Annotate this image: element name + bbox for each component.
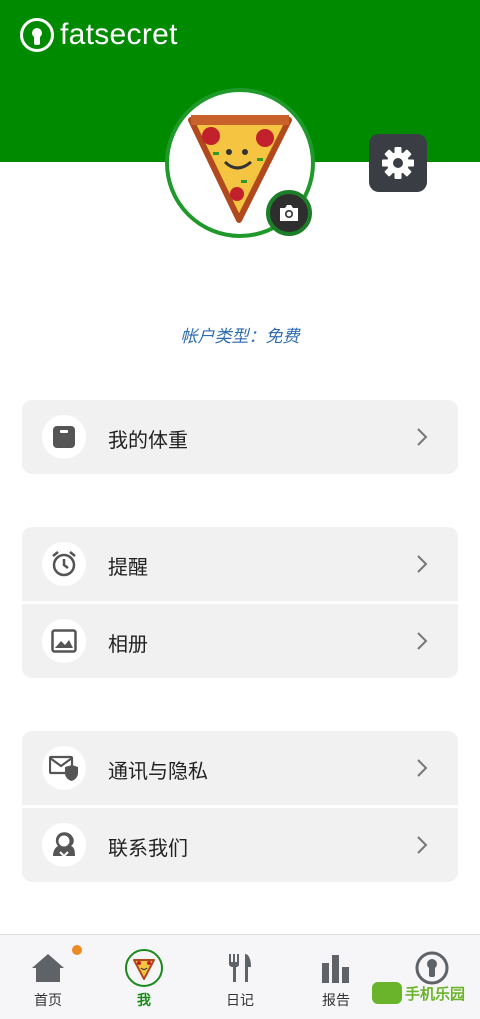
watermark: 手机乐园 [372,982,465,1004]
gear-icon [382,147,414,179]
tab-label: 我 [137,993,151,1009]
tab-home[interactable]: 首页 [0,935,96,1019]
support-agent-icon [42,823,86,867]
menu-item-reminders[interactable]: 提醒 [22,527,458,601]
brand-name: fatsecret [60,18,178,51]
tab-reports[interactable]: 报告 [288,935,384,1019]
watermark-text: 手机乐园 [405,984,466,1003]
watermark-logo-icon [372,982,402,1004]
menu-item-label: 联系我们 [108,836,188,860]
menu-item-label: 我的体重 [108,428,188,452]
tab-label: 报告 [322,993,350,1009]
tab-label: 首页 [34,993,62,1009]
chevron-right-icon [417,759,428,777]
menu-item-contact[interactable]: 联系我们 [22,808,458,882]
change-photo-button[interactable] [266,190,312,236]
pizza-avatar-icon [125,949,163,987]
alarm-clock-icon [42,542,86,586]
brand: fatsecret [20,18,178,52]
mail-shield-icon [42,746,86,790]
tab-me[interactable]: 我 [96,935,192,1019]
chevron-right-icon [417,632,428,650]
photo-icon [42,619,86,663]
chevron-right-icon [417,836,428,854]
account-type-label: 帐户类型：免费 [180,327,300,347]
scale-icon [42,415,86,459]
tab-label: 日记 [226,993,254,1009]
tab-diary[interactable]: 日记 [192,935,288,1019]
menu-item-weight[interactable]: 我的体重 [22,400,458,474]
chevron-right-icon [417,428,428,446]
fork-knife-icon [221,949,259,987]
tab-more[interactable] [384,935,480,1019]
privacy-contact-card: 通讯与隐私 联系我们 [22,731,458,882]
menu-item-album[interactable]: 相册 [22,604,458,678]
reminders-album-card: 提醒 相册 [22,527,458,678]
bar-chart-icon [317,949,355,987]
menu-item-privacy[interactable]: 通讯与隐私 [22,731,458,805]
fatsecret-logo-icon [20,18,54,52]
home-icon [29,949,67,987]
menu-item-label: 提醒 [108,555,148,579]
weight-card: 我的体重 [22,400,458,474]
menu-item-label: 相册 [108,632,148,656]
settings-button[interactable] [369,134,427,192]
camera-icon [280,205,298,221]
bottom-tab-bar: 首页 我 日记 报告 [0,934,480,1019]
notification-dot [72,945,82,955]
menu-item-label: 通讯与隐私 [108,759,208,783]
chevron-right-icon [417,555,428,573]
